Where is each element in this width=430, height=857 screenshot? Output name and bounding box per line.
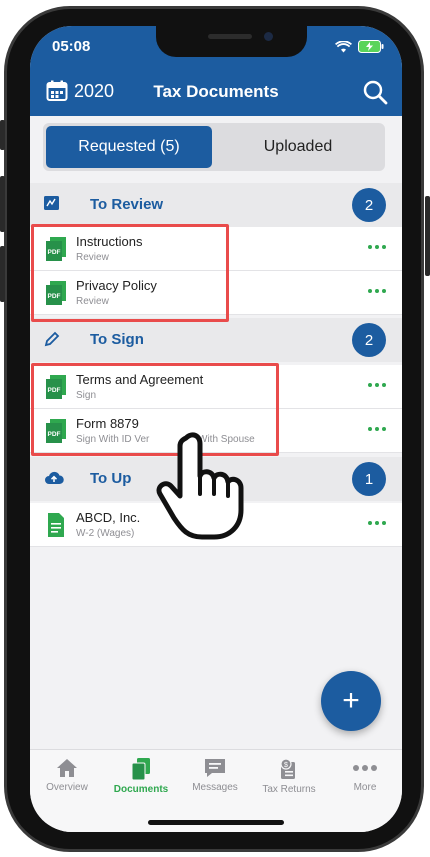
phone-volume-down [0,246,5,302]
tab-documents[interactable]: Documents [104,758,178,795]
svg-text:PDF: PDF [48,293,61,300]
search-icon [363,80,388,105]
tab-uploaded[interactable]: Uploaded [215,126,381,168]
tab-label: More [353,782,377,793]
search-button[interactable] [362,79,388,110]
status-icons [335,40,384,53]
section-header-sign: To Sign 2 [30,318,402,362]
pencil-icon [44,331,60,347]
tab-messages[interactable]: Messages [178,758,252,793]
status-time: 05:08 [52,38,91,55]
phone-power-button [425,196,430,276]
document-row[interactable]: PDF Terms and Agreement Sign [30,365,402,409]
tab-more[interactable]: More [328,758,402,793]
documents-icon [131,758,150,780]
tab-tax-returns[interactable]: $ Tax Returns [252,758,326,795]
document-subtitle: W-2 (Wages) [76,528,135,539]
more-options-icon[interactable] [368,383,386,387]
phone-side-button [0,120,5,150]
segmented-control: Requested (5) Uploaded [43,123,385,171]
document-name: Privacy Policy [76,278,157,293]
tab-label: Overview [46,782,88,793]
document-name: Terms and Agreement [76,372,204,387]
tab-label: Documents [113,784,169,795]
more-options-icon[interactable] [368,289,386,293]
pdf-icon: PDF [46,281,66,305]
messages-icon [205,759,225,777]
more-icon [353,765,377,771]
app-screen: 05:08 2020 Tax Documents Requested (5) U… [30,26,402,832]
section-header-review: To Review 2 [30,183,402,227]
document-row[interactable]: PDF Instructions Review [30,227,402,271]
home-icon [57,759,77,777]
section-title: To Sign [90,331,144,348]
svg-text:$: $ [284,762,288,769]
tab-overview[interactable]: Overview [30,758,104,793]
document-name: Form 8879 [76,416,139,431]
section-title: To Up [90,470,132,487]
more-options-icon[interactable] [368,245,386,249]
count-badge: 2 [352,323,386,357]
count-badge: 1 [352,462,386,496]
page-title: Tax Documents [153,82,279,101]
section-title: To Review [90,196,164,213]
document-subtitle: Review [76,252,109,263]
document-icon [48,513,64,537]
document-row[interactable]: PDF Privacy Policy Review [30,271,402,315]
pointing-hand-icon [156,432,244,540]
more-options-icon[interactable] [368,521,386,525]
add-document-button[interactable]: + [321,671,381,731]
app-header: 2020 Tax Documents [30,74,402,116]
battery-charging-icon [358,40,384,53]
document-name: Instructions [76,234,143,249]
document-name: ABCD, Inc. [76,510,141,525]
more-options-icon[interactable] [368,427,386,431]
svg-text:PDF: PDF [48,387,61,394]
wifi-icon [335,40,352,52]
svg-text:PDF: PDF [48,431,61,438]
pdf-icon: PDF [46,419,66,443]
tab-label: Tax Returns [262,784,316,795]
count-badge: 2 [352,188,386,222]
tab-requested[interactable]: Requested (5) [46,126,212,168]
document-subtitle: Sign [76,390,97,401]
pdf-icon: PDF [46,237,66,261]
phone-volume-up [0,176,5,232]
tax-returns-icon: $ [280,758,295,779]
svg-text:PDF: PDF [48,249,61,256]
phone-notch [156,26,307,57]
cloud-upload-icon [45,471,64,484]
document-subtitle: Sign With ID Ver [76,434,150,445]
pdf-icon: PDF [46,375,66,399]
tab-label: Messages [192,782,238,793]
signature-icon [44,196,59,210]
document-subtitle: Review [76,296,109,307]
home-indicator [148,820,284,825]
